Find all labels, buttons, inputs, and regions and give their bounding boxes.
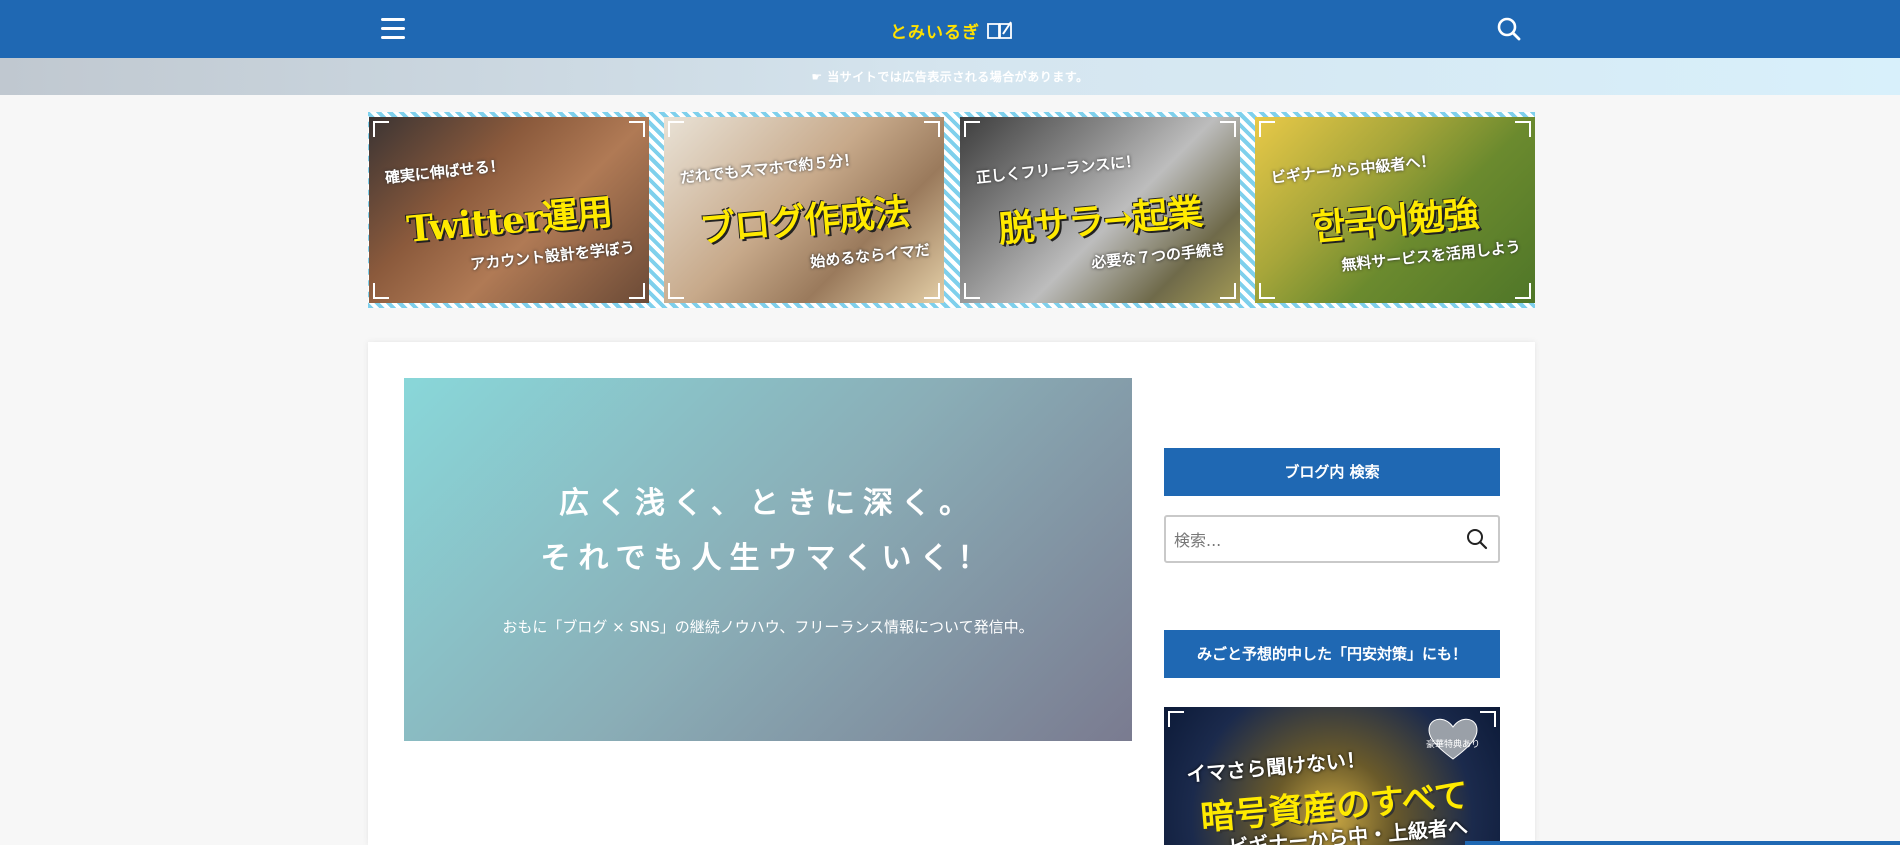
hero-headline-2: それでも人生ウマくいく！ bbox=[540, 541, 996, 576]
hero-headline-1: 広く浅く、ときに深く。 bbox=[559, 486, 977, 521]
site-logo[interactable]: とみいるぎ bbox=[890, 17, 1014, 43]
promo-widget-title: みごと予想的中した「円安対策」にも！ bbox=[1164, 630, 1500, 678]
search-submit-icon[interactable] bbox=[1466, 528, 1488, 550]
banner-blog[interactable]: だれでもスマホで約５分！ ブログ作成法 始めるならイマだ bbox=[664, 117, 944, 303]
promo-banner-crypto[interactable]: 豪華特典あり イマさら聞けない！ 暗号資産のすべて ビギナーから中・上級者へ bbox=[1164, 707, 1500, 845]
search-input[interactable] bbox=[1172, 517, 1456, 563]
banner-korean[interactable]: ビギナーから中級者へ！ 한국어勉強 無料サービスを活用しよう bbox=[1255, 117, 1535, 303]
hero-banner: 広く浅く、ときに深く。 それでも人生ウマくいく！ おもに「ブログ × SNS」の… bbox=[404, 378, 1132, 741]
banner-top-text: 確実に伸ばせる！ bbox=[384, 156, 506, 187]
banner-top-text: 正しくフリーランスに！ bbox=[975, 151, 1141, 187]
banner-freelance[interactable]: 正しくフリーランスに！ 脱サラ→起業 必要な７つの手続き bbox=[960, 117, 1240, 303]
featured-banners: 確実に伸ばせる！ Twitter運用 アカウント設計を学ぼう だれでもスマホで約… bbox=[368, 112, 1535, 308]
site-name: とみいるぎ bbox=[890, 22, 980, 43]
sidebar-search bbox=[1164, 515, 1500, 563]
hero-description: おもに「ブログ × SNS」の継続ノウハウ、フリーランス情報について発信中。 bbox=[502, 618, 1034, 636]
promo-badge-text: 豪華特典あり bbox=[1425, 740, 1480, 750]
banner-top-text: ビギナーから中級者へ！ bbox=[1270, 151, 1437, 187]
search-widget-title: ブログ内 検索 bbox=[1164, 448, 1500, 496]
banner-bottom-text: 必要な７つの手続き bbox=[1090, 239, 1227, 273]
bottom-edge-bar bbox=[1465, 841, 1900, 845]
banner-bottom-text: 始めるならイマだ bbox=[809, 240, 931, 272]
heart-badge-icon: 豪華特典あり bbox=[1424, 715, 1482, 761]
open-book-icon bbox=[987, 21, 1012, 39]
site-header: とみいるぎ bbox=[0, 0, 1900, 58]
ad-notice-text: ☛ 当サイトでは広告表示される場合があります。 bbox=[811, 70, 1089, 84]
banner-top-text: だれでもスマホで約５分！ bbox=[679, 150, 860, 187]
main-content: 広く浅く、ときに深く。 それでも人生ウマくいく！ おもに「ブログ × SNS」の… bbox=[368, 342, 1535, 845]
menu-icon[interactable] bbox=[381, 18, 405, 40]
search-icon[interactable] bbox=[1496, 16, 1522, 42]
banner-twitter[interactable]: 確実に伸ばせる！ Twitter運用 アカウント設計を学ぼう bbox=[369, 117, 649, 303]
ad-notice-bar: ☛ 当サイトでは広告表示される場合があります。 bbox=[0, 58, 1900, 95]
